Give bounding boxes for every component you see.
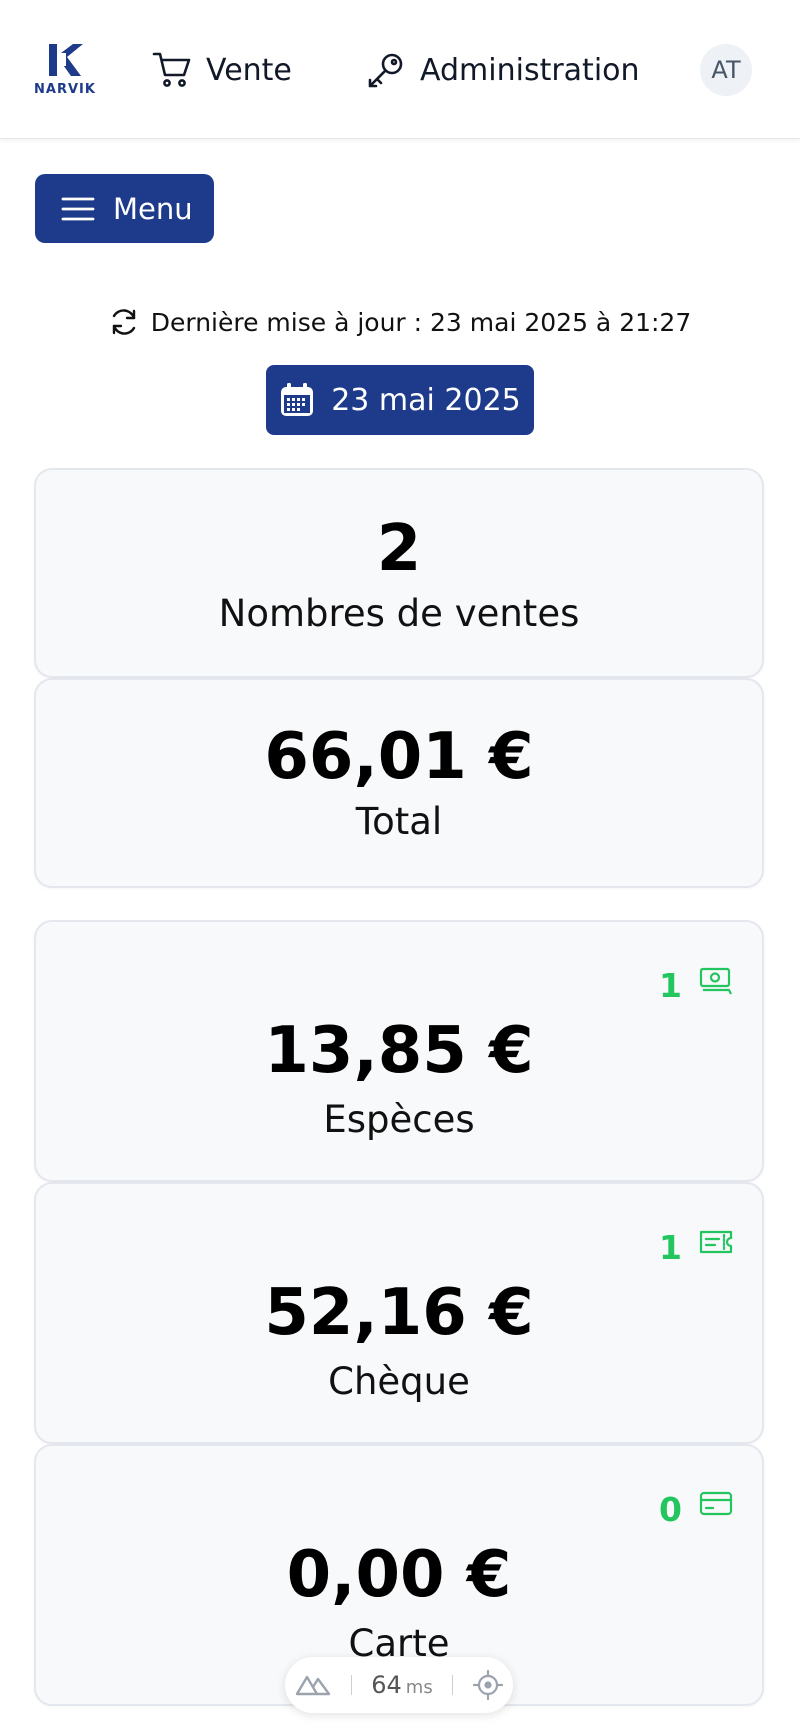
payment-amount: 13,85 €	[264, 1014, 534, 1088]
user-avatar[interactable]: AT	[700, 44, 752, 96]
hamburger-icon	[61, 197, 95, 220]
credit-card-icon	[699, 1491, 733, 1516]
response-time-unit: ms	[405, 1677, 433, 1698]
key-icon	[368, 53, 403, 88]
payment-card-especes: 1 13,85 € Espèces	[34, 920, 764, 1182]
payment-amount: 0,00 €	[286, 1538, 512, 1612]
refresh-icon[interactable]	[109, 307, 139, 337]
response-time: 64 ms	[371, 1671, 432, 1699]
logo-text: NARVIK	[34, 82, 96, 97]
narvik-logo[interactable]: NARVIK	[32, 42, 98, 98]
payment-label: Espèces	[323, 1098, 475, 1141]
sales-count-value: 2	[376, 512, 422, 586]
date-picker-button[interactable]: 23 mai 2025	[266, 365, 534, 435]
devtools-bar[interactable]: 64 ms	[285, 1657, 513, 1713]
payment-card-cheque: 1 52,16 € Chèque	[34, 1182, 764, 1444]
total-card: 66,01 € Total	[34, 678, 764, 888]
total-value: 66,01 €	[264, 720, 534, 794]
nuxt-logo-icon[interactable]	[295, 1673, 331, 1697]
nav-administration[interactable]: Administration	[366, 48, 640, 92]
total-label: Total	[355, 800, 443, 843]
top-navbar: NARVIK Vente Administration AT	[0, 0, 800, 139]
payment-count: 1	[659, 1228, 682, 1267]
devtools-separator	[452, 1675, 454, 1695]
devtools-separator	[350, 1675, 352, 1695]
payment-label: Chèque	[328, 1360, 470, 1403]
menu-button-label: Menu	[113, 191, 193, 226]
date-picker-label: 23 mai 2025	[331, 382, 521, 418]
cash-icon	[699, 967, 732, 995]
narvik-logo-icon	[49, 44, 83, 76]
nav-administration-label: Administration	[420, 52, 640, 88]
payment-count: 0	[659, 1490, 682, 1529]
last-update: Dernière mise à jour : 23 mai 2025 à 21:…	[0, 302, 800, 342]
sales-count-card: 2 Nombres de ventes	[34, 468, 764, 678]
last-update-text: Dernière mise à jour : 23 mai 2025 à 21:…	[150, 307, 692, 337]
menu-button[interactable]: Menu	[35, 174, 214, 243]
response-time-value: 64	[371, 1671, 402, 1699]
payment-count: 1	[659, 966, 682, 1005]
cart-icon	[152, 52, 191, 87]
sales-count-label: Nombres de ventes	[218, 592, 580, 635]
crosshair-icon[interactable]	[473, 1670, 504, 1700]
cheque-icon	[699, 1230, 733, 1254]
payment-amount: 52,16 €	[264, 1276, 534, 1350]
nav-vente[interactable]: Vente	[152, 48, 292, 92]
calendar-icon	[281, 383, 314, 416]
nav-vente-label: Vente	[206, 52, 292, 88]
